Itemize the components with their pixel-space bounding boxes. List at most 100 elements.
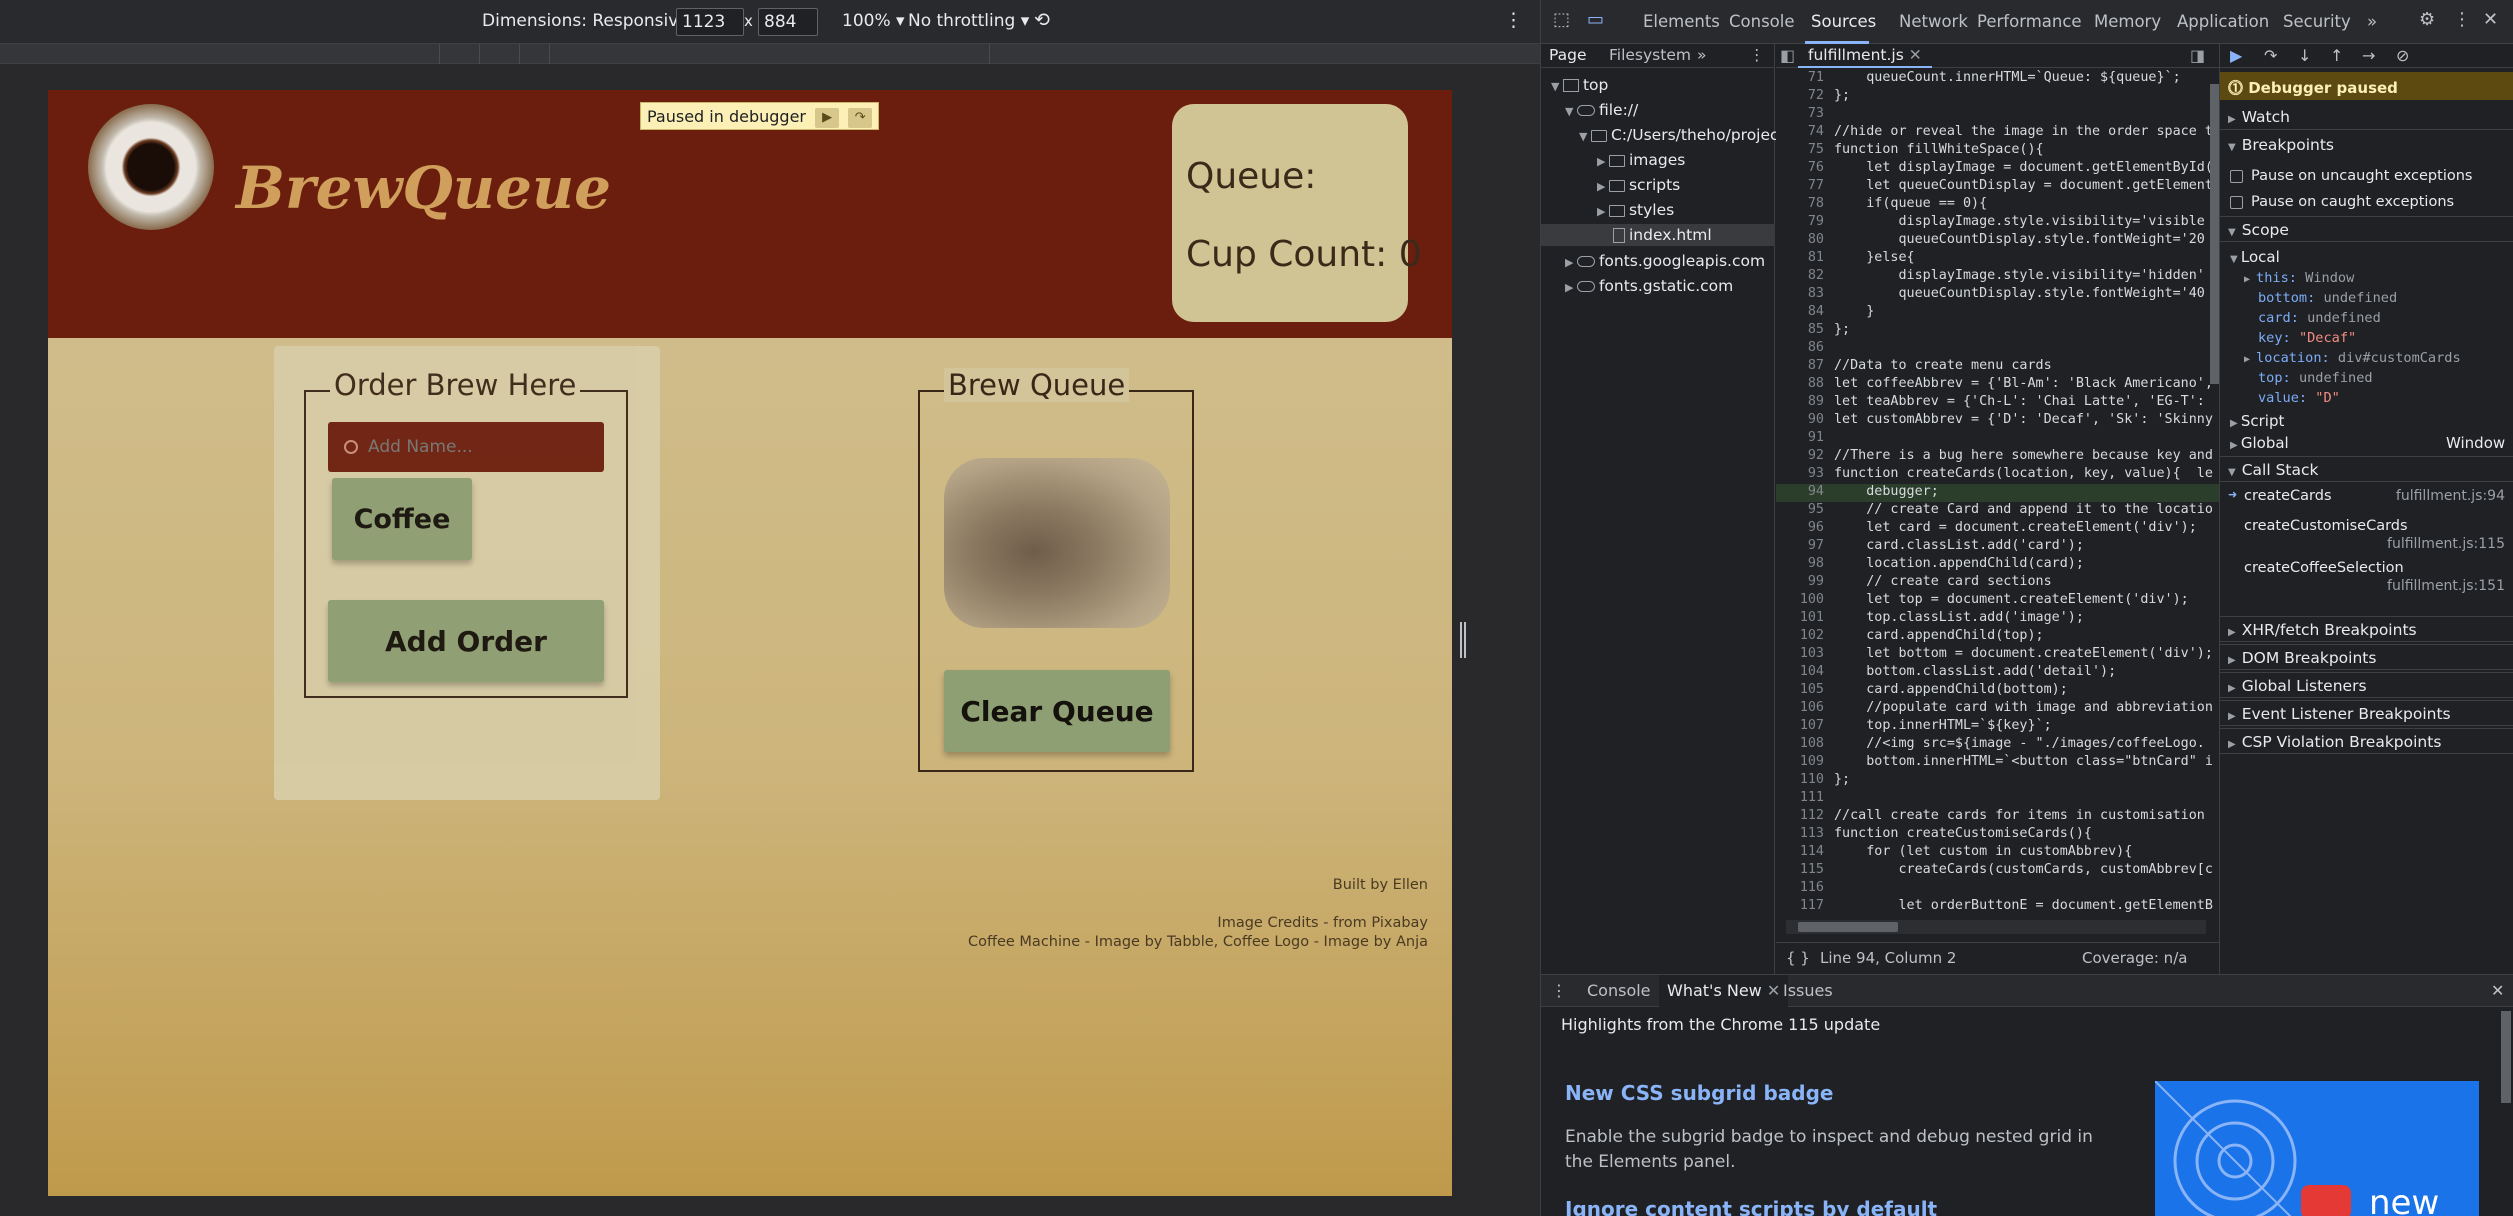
scope-global[interactable]: ▶ Global: [2230, 434, 2289, 452]
nav-menu-icon[interactable]: ⋮: [1749, 46, 1765, 64]
tab-sources[interactable]: Sources: [1811, 12, 1876, 31]
code-line[interactable]: 99 // create card sections: [1776, 574, 2219, 592]
call-stack-frame[interactable]: createCustomiseCards fulfillment.js:115: [2220, 518, 2513, 558]
scope-variable[interactable]: ▶ location: div#customCards: [2244, 350, 2461, 366]
rotate-icon[interactable]: ⟲: [1034, 9, 1050, 31]
line-number[interactable]: 81: [1776, 250, 1824, 265]
code-line[interactable]: 103 let bottom = document.createElement(…: [1776, 646, 2219, 664]
more-tabs-icon[interactable]: »: [2367, 12, 2377, 31]
code-line[interactable]: 117 let orderButtonE = document.getEleme…: [1776, 898, 2219, 912]
line-number[interactable]: 78: [1776, 196, 1824, 211]
add-order-button[interactable]: Add Order: [328, 600, 604, 682]
line-number[interactable]: 103: [1776, 646, 1824, 661]
code-line[interactable]: 110};: [1776, 772, 2219, 790]
code-line[interactable]: 88 let coffeeAbbrev = {'Bl-Am': 'Black Am…: [1776, 376, 2219, 394]
tree-file[interactable]: ▼ file://: [1565, 101, 1638, 119]
code-line[interactable]: 81 }else{: [1776, 250, 2219, 268]
tree-index-html[interactable]: index.html: [1613, 226, 1712, 244]
close-devtools-icon[interactable]: ✕: [2483, 9, 2498, 30]
step-over-icon[interactable]: ↷: [848, 107, 873, 128]
line-number[interactable]: 89: [1776, 394, 1824, 409]
close-drawer-icon[interactable]: ✕: [2491, 981, 2504, 1000]
code-line[interactable]: 72};: [1776, 88, 2219, 106]
file-tab-fulfillment[interactable]: fulfillment.js ✕: [1798, 44, 1932, 68]
tab-application[interactable]: Application: [2177, 12, 2269, 31]
line-number[interactable]: 87: [1776, 358, 1824, 373]
tab-memory[interactable]: Memory: [2094, 12, 2161, 31]
tree-project[interactable]: ▼ C:/Users/theho/project: [1579, 126, 1785, 144]
settings-icon[interactable]: ⚙: [2419, 9, 2435, 30]
call-stack-frame[interactable]: ➜ createCards fulfillment.js:94: [2220, 488, 2513, 512]
code-line[interactable]: 85};: [1776, 322, 2219, 340]
code-line[interactable]: 77 let queueCountDisplay = document.getE…: [1776, 178, 2219, 196]
code-line[interactable]: 112 //call create cards for items in cust…: [1776, 808, 2219, 826]
expand-icon[interactable]: ▶: [2244, 274, 2256, 285]
code-line[interactable]: 93 function createCards(location, key, va…: [1776, 466, 2219, 484]
close-tab-icon[interactable]: ✕: [1767, 981, 1780, 1000]
scope-variable[interactable]: key: "Decaf": [2258, 330, 2356, 346]
code-line[interactable]: 86: [1776, 340, 2219, 358]
editor-horizontal-scrollbar[interactable]: [1786, 920, 2206, 934]
step-over-icon[interactable]: ↷: [2264, 46, 2277, 65]
line-number[interactable]: 113: [1776, 826, 1824, 841]
name-input[interactable]: [328, 422, 604, 472]
whats-new-title-ignore-scripts[interactable]: Ignore content scripts by default: [1565, 1197, 1937, 1216]
tab-filesystem[interactable]: Filesystem: [1609, 46, 1691, 64]
line-number[interactable]: 109: [1776, 754, 1824, 769]
code-line[interactable]: 116: [1776, 880, 2219, 898]
line-number[interactable]: 74: [1776, 124, 1824, 139]
code-line[interactable]: 113 function createCustomiseCards(){: [1776, 826, 2219, 844]
line-number[interactable]: 72: [1776, 88, 1824, 103]
line-number[interactable]: 80: [1776, 232, 1824, 247]
line-number[interactable]: 98: [1776, 556, 1824, 571]
viewport-width-input[interactable]: 1123: [676, 8, 744, 36]
code-line[interactable]: 111: [1776, 790, 2219, 808]
code-line[interactable]: 109 bottom.innerHTML=`<button class="btn…: [1776, 754, 2219, 772]
line-number[interactable]: 110: [1776, 772, 1824, 787]
line-number[interactable]: 75: [1776, 142, 1824, 157]
line-number[interactable]: 112: [1776, 808, 1824, 823]
line-number[interactable]: 117: [1776, 898, 1824, 912]
whats-new-title-subgrid[interactable]: New CSS subgrid badge: [1565, 1081, 1833, 1105]
tab-security[interactable]: Security: [2283, 12, 2351, 31]
line-number[interactable]: 83: [1776, 286, 1824, 301]
line-number[interactable]: 101: [1776, 610, 1824, 625]
toggle-debugger-icon[interactable]: ◨: [2190, 46, 2205, 65]
drawer-scrollbar[interactable]: [2501, 1011, 2511, 1103]
line-number[interactable]: 102: [1776, 628, 1824, 643]
code-line[interactable]: 106 //populate card with image and abbre…: [1776, 700, 2219, 718]
debugger-section[interactable]: ▶ Global Listeners: [2220, 672, 2513, 698]
line-number[interactable]: 82: [1776, 268, 1824, 283]
editor-vertical-scrollbar[interactable]: [2210, 84, 2219, 384]
code-line[interactable]: 84 }: [1776, 304, 2219, 322]
code-line[interactable]: 90 let customAbbrev = {'D': 'Decaf', 'Sk'…: [1776, 412, 2219, 430]
section-call-stack[interactable]: ▼ Call Stack: [2220, 456, 2513, 482]
code-line[interactable]: 75 function fillWhiteSpace(){: [1776, 142, 2219, 160]
code-line[interactable]: 82 displayImage.style.visibility='hidden…: [1776, 268, 2219, 286]
line-number[interactable]: 97: [1776, 538, 1824, 553]
code-line[interactable]: 91: [1776, 430, 2219, 448]
scope-variable[interactable]: bottom: undefined: [2258, 290, 2397, 306]
line-number[interactable]: 77: [1776, 178, 1824, 193]
tab-elements[interactable]: Elements: [1643, 12, 1720, 31]
close-tab-icon[interactable]: ✕: [1909, 46, 1922, 64]
viewport-height-input[interactable]: 884: [758, 8, 818, 36]
code-line[interactable]: 94 debugger;: [1776, 484, 2219, 502]
line-number[interactable]: 105: [1776, 682, 1824, 697]
coffee-button[interactable]: Coffee: [332, 478, 472, 560]
customize-icon[interactable]: ⋮: [2453, 9, 2471, 30]
line-number[interactable]: 85: [1776, 322, 1824, 337]
scope-variable[interactable]: ▶ this: Window: [2244, 270, 2354, 286]
throttling-dropdown[interactable]: No throttling ▾: [908, 11, 1029, 31]
tree-scripts[interactable]: ▶ scripts: [1597, 176, 1680, 194]
clear-queue-button[interactable]: Clear Queue: [944, 670, 1170, 752]
line-number[interactable]: 76: [1776, 160, 1824, 175]
line-number[interactable]: 71: [1776, 70, 1824, 85]
deactivate-breakpoints-icon[interactable]: ⊘: [2396, 46, 2409, 65]
line-number[interactable]: 108: [1776, 736, 1824, 751]
inspect-element-icon[interactable]: ⬚: [1553, 9, 1570, 30]
code-line[interactable]: 83 queueCountDisplay.style.fontWeight='4…: [1776, 286, 2219, 304]
line-number[interactable]: 94: [1776, 484, 1824, 499]
line-number[interactable]: 115: [1776, 862, 1824, 877]
code-line[interactable]: 104 bottom.classList.add('detail');: [1776, 664, 2219, 682]
